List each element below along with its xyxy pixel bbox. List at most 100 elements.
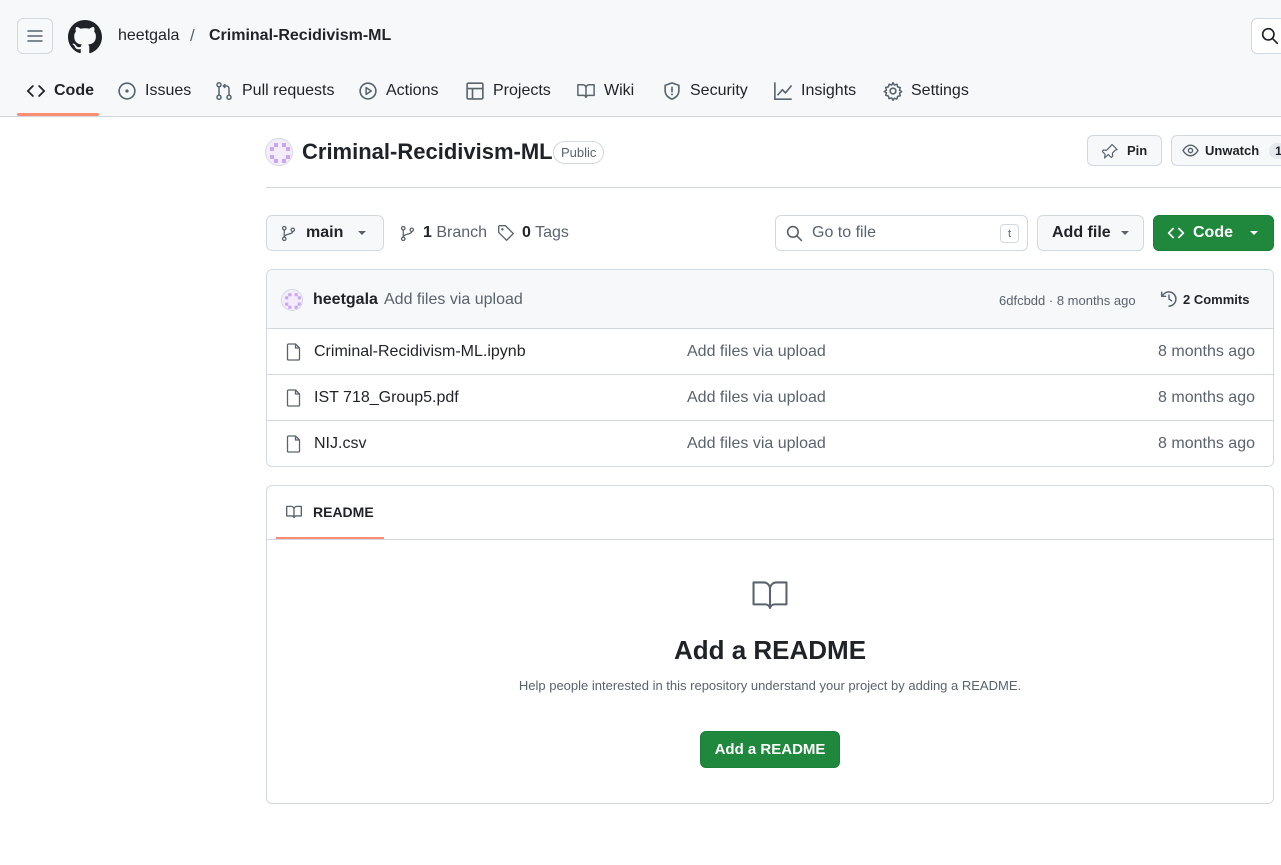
- branch-count-label: Branch: [436, 224, 488, 241]
- tab-wiki-label: Wiki: [604, 82, 635, 99]
- readme-tab[interactable]: README: [285, 503, 374, 521]
- breadcrumb-owner[interactable]: heetgala: [118, 27, 179, 45]
- tag-count-label: Tags: [535, 224, 569, 241]
- identicon-icon: [282, 290, 302, 310]
- add-file-label: Add file: [1052, 224, 1111, 241]
- commit-message[interactable]: Add files via upload: [384, 291, 523, 309]
- file-row[interactable]: Criminal-Recidivism-ML.ipynb Add files v…: [267, 329, 1273, 375]
- tab-projects[interactable]: Projects: [465, 66, 551, 116]
- code-button-label: Code: [1193, 224, 1233, 241]
- file-commit-message[interactable]: Add files via upload: [687, 343, 826, 361]
- tag-icon: [498, 225, 514, 241]
- tab-issues[interactable]: Issues: [117, 66, 191, 116]
- repo-title[interactable]: Criminal-Recidivism-ML: [302, 139, 553, 165]
- code-icon: [1167, 227, 1185, 239]
- watch-label: Unwatch: [1205, 143, 1260, 158]
- tab-pull-requests[interactable]: Pull requests: [214, 66, 335, 116]
- file-icon: [286, 389, 301, 407]
- file-table: heetgala Add files via upload 6dfcbdd · …: [266, 269, 1274, 467]
- code-dropdown-button[interactable]: Code: [1153, 215, 1274, 251]
- readme-divider: [267, 539, 1273, 540]
- branch-selector[interactable]: main: [266, 215, 384, 251]
- file-name[interactable]: NIJ.csv: [314, 435, 366, 453]
- add-file-button[interactable]: Add file: [1037, 215, 1144, 251]
- file-name[interactable]: Criminal-Recidivism-ML.ipynb: [314, 343, 526, 361]
- code-icon: [27, 85, 45, 97]
- go-to-file-input[interactable]: Go to file t: [775, 215, 1028, 251]
- tab-projects-label: Projects: [493, 82, 551, 99]
- tab-insights[interactable]: Insights: [773, 66, 856, 116]
- active-tab-indicator: [17, 113, 99, 116]
- pin-icon: [1102, 143, 1118, 159]
- hamburger-icon: [27, 30, 43, 42]
- tag-count: 0: [522, 224, 531, 241]
- book-icon: [752, 581, 788, 610]
- commits-count-label: 2 Commits: [1183, 291, 1250, 307]
- github-logo-icon[interactable]: [68, 20, 102, 54]
- branch-name: main: [306, 224, 344, 241]
- issue-opened-icon: [118, 82, 136, 100]
- pin-label: Pin: [1127, 143, 1148, 158]
- tab-security-label: Security: [690, 82, 748, 99]
- tab-security[interactable]: Security: [662, 66, 748, 116]
- file-commit-message[interactable]: Add files via upload: [687, 435, 826, 453]
- eye-icon: [1182, 144, 1199, 157]
- file-icon: [286, 435, 301, 453]
- tab-wiki[interactable]: Wiki: [576, 66, 634, 116]
- watch-button[interactable]: Unwatch 1: [1171, 135, 1281, 166]
- tags-link[interactable]: 0 Tags: [497, 224, 569, 242]
- file-commit-time: 8 months ago: [1158, 343, 1255, 360]
- title-divider: [266, 187, 1281, 188]
- readme-panel: README Add a README Help people interest…: [266, 485, 1274, 804]
- file-name[interactable]: IST 718_Group5.pdf: [314, 389, 459, 407]
- tab-actions-label: Actions: [386, 82, 439, 99]
- breadcrumb-repo[interactable]: Criminal-Recidivism-ML: [209, 27, 391, 45]
- go-to-file-placeholder: Go to file: [812, 224, 877, 241]
- keyboard-shortcut-hint: t: [1000, 224, 1019, 243]
- file-commit-message[interactable]: Add files via upload: [687, 389, 826, 407]
- file-row[interactable]: IST 718_Group5.pdf Add files via upload …: [267, 375, 1273, 421]
- branches-link[interactable]: 1 Branch: [399, 224, 487, 242]
- tab-code-label: Code: [54, 82, 94, 99]
- watch-count: 1: [1269, 142, 1281, 159]
- readme-heading: Add a README: [673, 635, 867, 665]
- history-icon: [1160, 291, 1177, 307]
- commits-history-link[interactable]: 2 Commits: [1160, 290, 1249, 308]
- chevron-down-icon: [358, 231, 366, 235]
- file-icon: [286, 343, 301, 361]
- tab-code[interactable]: Code: [26, 66, 94, 116]
- tab-issues-label: Issues: [145, 82, 192, 99]
- tab-settings-label: Settings: [911, 82, 969, 99]
- branch-count: 1: [423, 224, 432, 241]
- git-branch-icon: [281, 225, 296, 241]
- tab-actions[interactable]: Actions: [358, 66, 438, 116]
- readme-description: Help people interested in this repositor…: [518, 678, 1022, 693]
- menu-button[interactable]: [17, 18, 53, 54]
- tab-insights-label: Insights: [801, 82, 857, 99]
- file-commit-time: 8 months ago: [1158, 389, 1255, 406]
- repo-owner-avatar[interactable]: [265, 138, 293, 166]
- readme-tab-label: README: [313, 504, 374, 520]
- file-commit-time: 8 months ago: [1158, 435, 1255, 452]
- shield-icon: [664, 82, 680, 100]
- commit-author[interactable]: heetgala: [313, 291, 378, 309]
- pin-button[interactable]: Pin: [1087, 135, 1162, 166]
- repo-header: heetgala / Criminal-Recidivism-ML Code I…: [0, 0, 1281, 117]
- play-icon: [359, 82, 377, 100]
- git-branch-icon: [400, 225, 415, 241]
- tab-pull-requests-label: Pull requests: [242, 82, 335, 99]
- book-icon: [577, 84, 595, 98]
- book-icon: [286, 505, 302, 519]
- add-readme-button[interactable]: Add a README: [700, 731, 840, 768]
- identicon-icon: [266, 139, 292, 165]
- commit-author-avatar[interactable]: [281, 289, 303, 311]
- git-pull-request-icon: [216, 81, 232, 100]
- breadcrumb-separator: /: [190, 26, 195, 45]
- tab-settings[interactable]: Settings: [883, 66, 969, 116]
- commit-sha-time[interactable]: 6dfcbdd · 8 months ago: [999, 293, 1136, 308]
- graph-icon: [774, 82, 792, 100]
- chevron-down-icon: [1250, 231, 1258, 235]
- chevron-down-icon: [1121, 231, 1129, 235]
- file-row[interactable]: NIJ.csv Add files via upload 8 months ag…: [267, 421, 1273, 466]
- search-button[interactable]: [1251, 18, 1281, 54]
